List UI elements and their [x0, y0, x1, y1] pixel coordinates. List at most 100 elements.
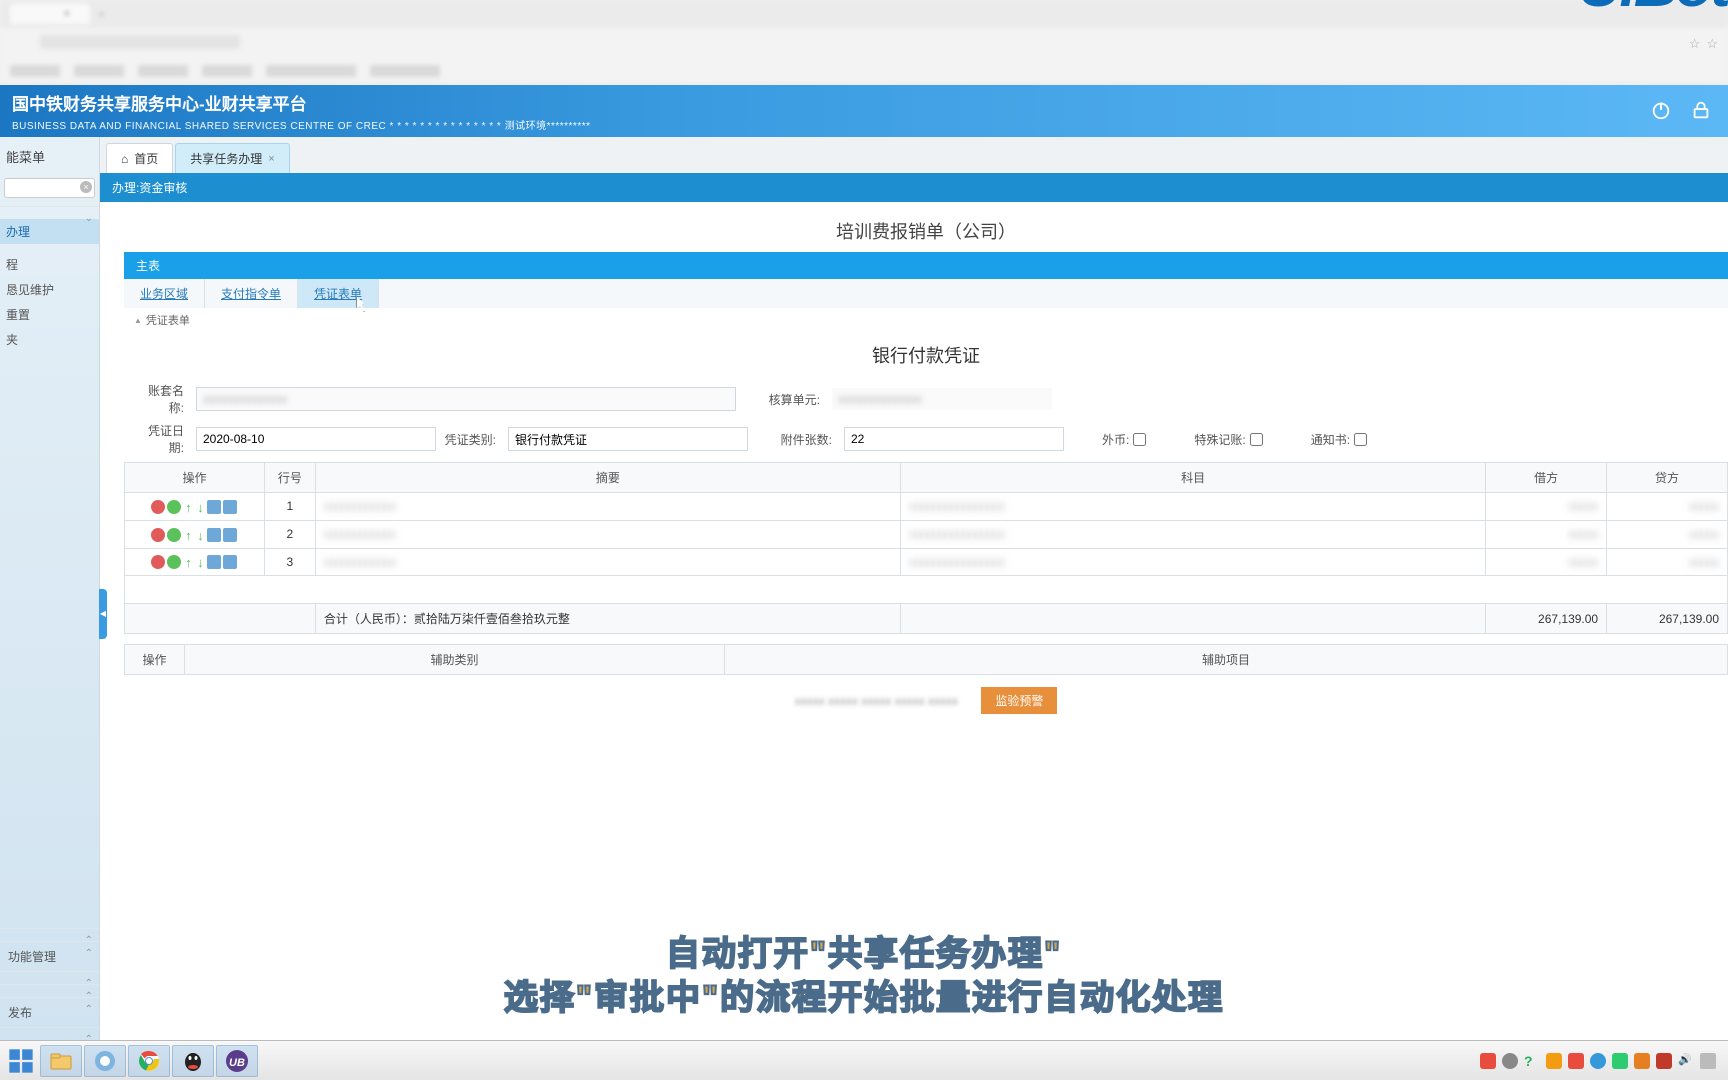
inner-tabs: 业务区域 支付指令单 凭证表单	[124, 279, 1728, 308]
add-row-icon[interactable]	[167, 528, 181, 542]
move-down-icon[interactable]: ↓	[195, 500, 205, 514]
browser-tab[interactable]: ×	[10, 4, 90, 24]
bookmark-item[interactable]	[10, 65, 60, 77]
add-row-icon[interactable]	[167, 555, 181, 569]
debit-cell[interactable]: xxxxx	[1486, 493, 1607, 521]
bookmark-item[interactable]	[138, 65, 188, 77]
tab-shared-task[interactable]: 共享任务办理 ×	[175, 143, 289, 173]
sidebar-section[interactable]: ⌃	[0, 1027, 99, 1040]
sidebar-section[interactable]: ⌃	[0, 971, 99, 984]
close-icon[interactable]: ×	[268, 153, 274, 165]
delete-row-icon[interactable]	[151, 500, 165, 514]
tray-icon[interactable]	[1480, 1053, 1496, 1069]
book-icon[interactable]	[207, 500, 221, 514]
move-up-icon[interactable]: ↑	[183, 500, 193, 514]
sidebar: 能菜单 × ⌄ 办理 程 恳见维护 重置 夹 ⌃ 功能管理⌃ ⌃ ⌃ 发布⌃ ⌃…	[0, 137, 100, 1040]
sidebar-section-mgmt[interactable]: 功能管理⌃	[0, 941, 99, 971]
start-button[interactable]	[4, 1044, 38, 1078]
bookmark-item[interactable]	[370, 65, 440, 77]
account-name-input[interactable]: xxxxxxxxxxxxxx	[196, 387, 736, 411]
add-row-icon[interactable]	[167, 500, 181, 514]
credit-cell[interactable]: xxxxx	[1607, 548, 1728, 576]
tray-volume-icon[interactable]: 🔊	[1678, 1053, 1694, 1069]
taskbar-item-files[interactable]	[40, 1045, 82, 1077]
taskbar-item-browser[interactable]	[84, 1045, 126, 1077]
sidebar-section-publish[interactable]: 发布⌃	[0, 997, 99, 1027]
sidebar-collapse-handle[interactable]: ◀	[99, 589, 107, 639]
subtitle-overlay: 自动打开"共享任务办理" 选择"审批中"的流程开始批量进行自动化处理	[504, 932, 1224, 1020]
lock-icon[interactable]	[1690, 99, 1712, 124]
app-header: 国中铁财务共享服务中心-业财共享平台 BUSINESS DATA AND FIN…	[0, 85, 1728, 137]
new-tab-button[interactable]: +	[98, 7, 105, 21]
summary-cell[interactable]: xxxxxxxxxxxx	[315, 493, 900, 521]
tray-icon[interactable]	[1656, 1053, 1672, 1069]
tab-bar: ⌂ 首页 共享任务办理 ×	[100, 137, 1728, 173]
field-label-account: 账套名称:	[134, 382, 188, 416]
bookmark-item[interactable]	[202, 65, 252, 77]
move-up-icon[interactable]: ↑	[183, 555, 193, 569]
tray-icon[interactable]	[1590, 1053, 1606, 1069]
star-icon[interactable]: ☆	[1706, 36, 1718, 52]
sidebar-section-label: 发布	[8, 1006, 32, 1020]
bookmark-item[interactable]	[74, 65, 124, 77]
debit-cell[interactable]: xxxxx	[1486, 548, 1607, 576]
tray-help-icon[interactable]: ?	[1524, 1053, 1540, 1069]
subject-cell[interactable]: xxxxxxxxxxxxxxxx	[901, 520, 1486, 548]
sidebar-item[interactable]: 重置	[0, 302, 99, 327]
inspection-warning-button[interactable]: 监验预警	[981, 687, 1057, 714]
address-bar[interactable]	[40, 35, 240, 49]
move-down-icon[interactable]: ↓	[195, 555, 205, 569]
summary-cell[interactable]: xxxxxxxxxxxx	[315, 520, 900, 548]
copy-icon[interactable]	[223, 528, 237, 542]
book-icon[interactable]	[207, 528, 221, 542]
tray-icon[interactable]	[1612, 1053, 1628, 1069]
special-entry-checkbox[interactable]	[1250, 433, 1263, 446]
debit-cell[interactable]: xxxxx	[1486, 520, 1607, 548]
inner-tab-voucher[interactable]: 凭证表单	[298, 279, 379, 308]
accounting-unit-input[interactable]: xxxxxxxxxxxxxx	[832, 388, 1052, 410]
sidebar-item[interactable]: 程	[0, 252, 99, 277]
copy-icon[interactable]	[223, 500, 237, 514]
book-icon[interactable]	[207, 555, 221, 569]
clear-icon[interactable]: ×	[80, 181, 92, 193]
power-icon[interactable]	[1650, 99, 1672, 124]
sidebar-item[interactable]: 夹	[0, 327, 99, 352]
sidebar-item[interactable]	[0, 244, 99, 252]
summary-cell[interactable]: xxxxxxxxxxxx	[315, 548, 900, 576]
sidebar-section[interactable]: ⌃	[0, 928, 99, 941]
breadcrumb: 办理:资金审核	[100, 173, 1728, 202]
taskbar-item-uibot[interactable]: UB	[216, 1045, 258, 1077]
field-label-type: 凭证类别:	[444, 431, 500, 448]
credit-cell[interactable]: xxxxx	[1607, 493, 1728, 521]
tab-home[interactable]: ⌂ 首页	[106, 143, 173, 173]
attachment-count-input[interactable]	[844, 427, 1064, 451]
bookmark-item[interactable]	[266, 65, 356, 77]
voucher-date-input[interactable]	[196, 427, 436, 451]
tray-icon[interactable]	[1700, 1053, 1716, 1069]
table-row: ↑↓1xxxxxxxxxxxxxxxxxxxxxxxxxxxxxxxxxxxxx…	[125, 493, 1728, 521]
move-down-icon[interactable]: ↓	[195, 528, 205, 542]
inner-tab-business[interactable]: 业务区域	[124, 279, 205, 308]
tray-icon[interactable]	[1568, 1053, 1584, 1069]
tray-icon[interactable]	[1502, 1053, 1518, 1069]
tray-icon[interactable]	[1546, 1053, 1562, 1069]
table-row: ↑↓2xxxxxxxxxxxxxxxxxxxxxxxxxxxxxxxxxxxxx…	[125, 520, 1728, 548]
subject-cell[interactable]: xxxxxxxxxxxxxxxx	[901, 548, 1486, 576]
notice-checkbox[interactable]	[1354, 433, 1367, 446]
tray-icon[interactable]	[1634, 1053, 1650, 1069]
sidebar-item[interactable]: 恳见维护	[0, 277, 99, 302]
voucher-type-input[interactable]	[508, 427, 748, 451]
delete-row-icon[interactable]	[151, 528, 165, 542]
inner-tab-payment[interactable]: 支付指令单	[205, 279, 298, 308]
delete-row-icon[interactable]	[151, 555, 165, 569]
sidebar-section[interactable]: ⌃	[0, 984, 99, 997]
sidebar-section[interactable]: ⌄	[0, 206, 99, 219]
credit-cell[interactable]: xxxxx	[1607, 520, 1728, 548]
taskbar-item-chrome[interactable]	[128, 1045, 170, 1077]
star-icon[interactable]: ☆	[1689, 36, 1701, 52]
copy-icon[interactable]	[223, 555, 237, 569]
move-up-icon[interactable]: ↑	[183, 528, 193, 542]
subject-cell[interactable]: xxxxxxxxxxxxxxxx	[901, 493, 1486, 521]
foreign-currency-checkbox[interactable]	[1133, 433, 1146, 446]
taskbar-item-qq[interactable]	[172, 1045, 214, 1077]
